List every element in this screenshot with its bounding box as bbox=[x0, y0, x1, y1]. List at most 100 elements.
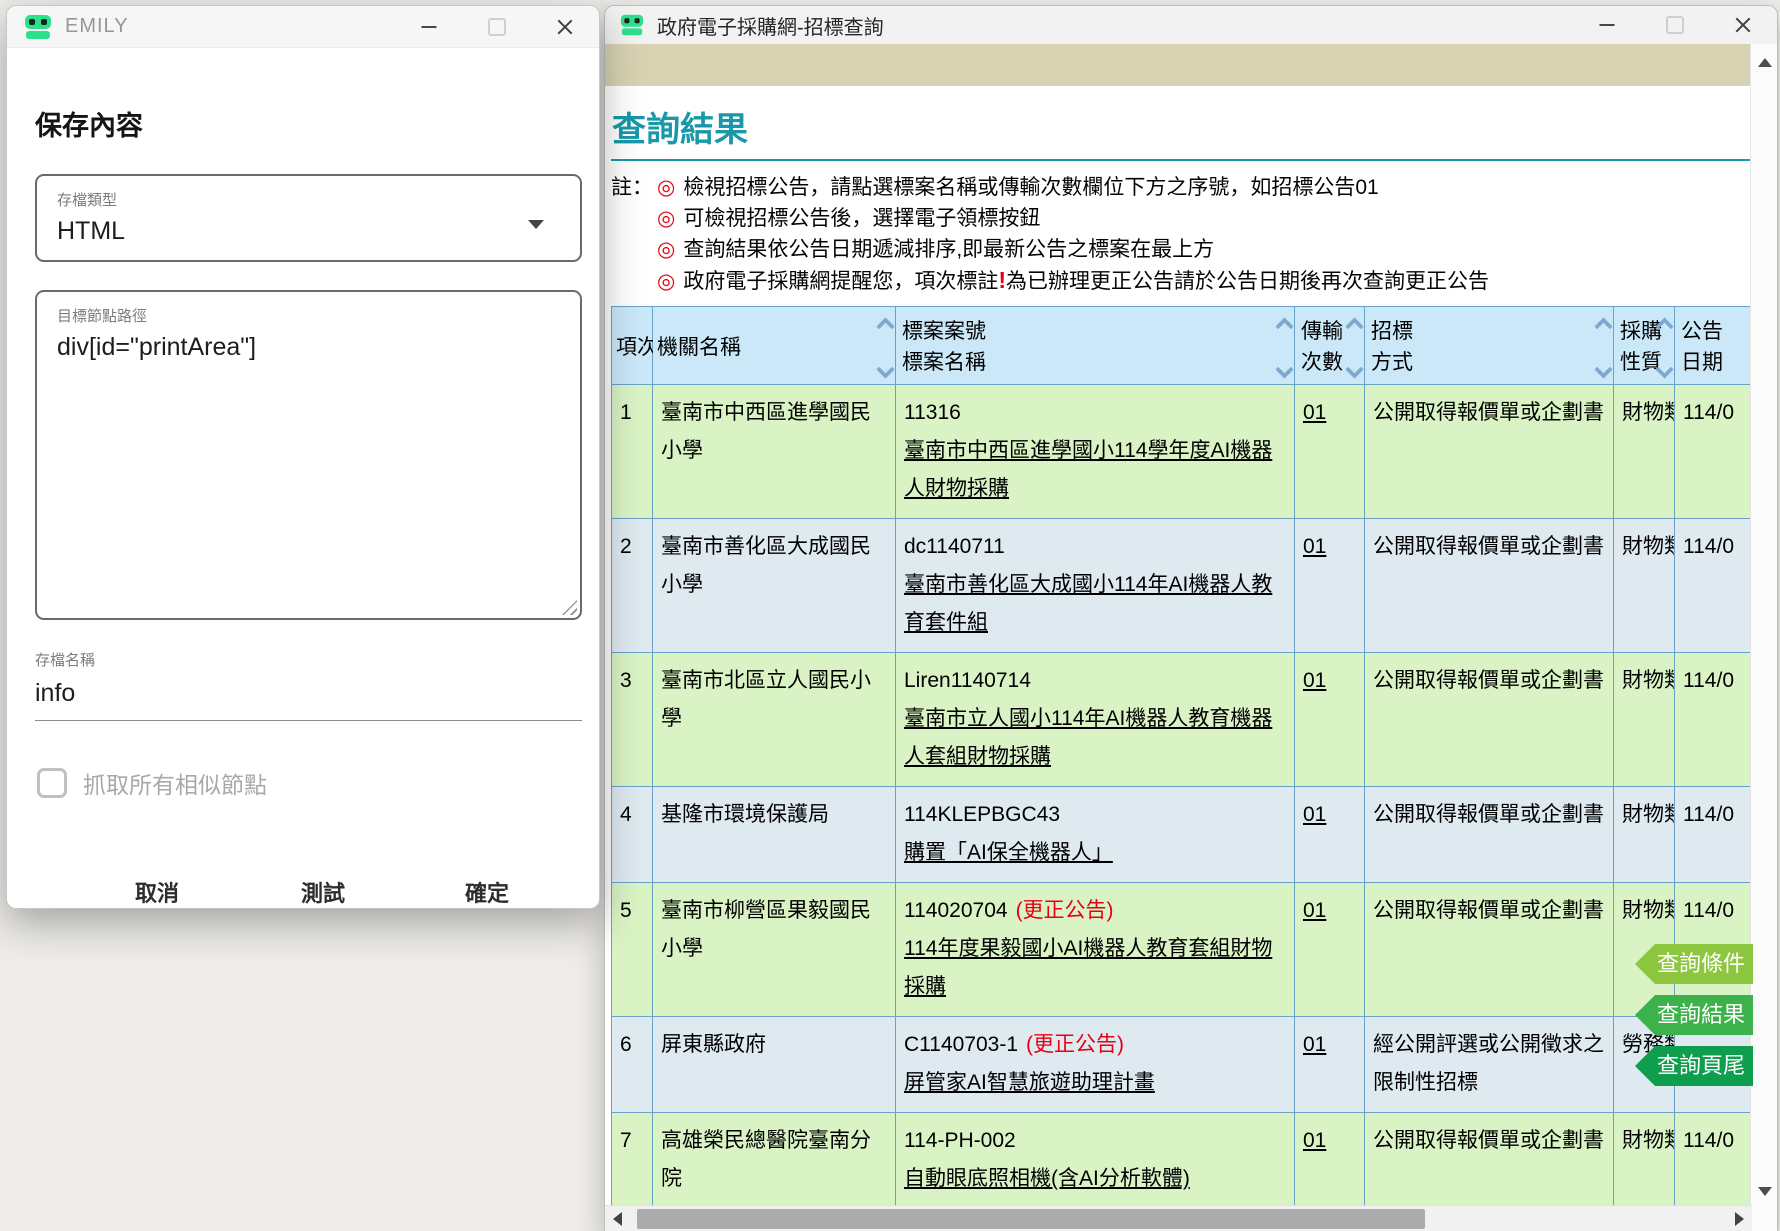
note-bullet-icon: ◎ bbox=[657, 270, 675, 293]
sort-descending-icon[interactable] bbox=[1276, 363, 1290, 377]
scroll-right-icon[interactable] bbox=[1735, 1212, 1744, 1226]
cell-item-number: 3 bbox=[612, 653, 653, 787]
dropdown-caret-icon[interactable] bbox=[528, 220, 544, 229]
transmission-count-link[interactable]: 01 bbox=[1303, 669, 1326, 692]
maximize-icon[interactable] bbox=[1641, 6, 1709, 44]
transmission-count-link[interactable]: 01 bbox=[1303, 535, 1326, 558]
procurement-titlebar[interactable]: 政府電子採購網-招標查詢 bbox=[605, 6, 1777, 44]
correction-mark: ! bbox=[998, 267, 1006, 293]
robot-body-icon bbox=[622, 28, 642, 35]
sort-ascending-icon[interactable] bbox=[1656, 314, 1670, 328]
tender-name-link[interactable]: 臺南市立人國小114年AI機器人教育機器人套組財物採購 bbox=[904, 707, 1272, 768]
file-name-input[interactable]: 存檔名稱 info bbox=[35, 636, 582, 721]
minimize-icon[interactable] bbox=[395, 6, 463, 47]
cell-case: Liren1140714臺南市立人國小114年AI機器人教育機器人套組財物採購 bbox=[896, 653, 1295, 787]
cell-announce-date: 114/0 bbox=[1675, 385, 1753, 519]
test-button[interactable]: 測試 bbox=[301, 876, 345, 908]
dialog-title: 保存內容 bbox=[35, 104, 143, 143]
tender-name-link[interactable]: 自動眼底照相機(含AI分析軟體) bbox=[904, 1167, 1190, 1190]
transmission-count-link[interactable]: 01 bbox=[1303, 401, 1326, 424]
robot-face-icon bbox=[621, 15, 643, 27]
horizontal-scrollbar[interactable] bbox=[605, 1205, 1752, 1231]
cell-case: 114KLEPBGC43 購置「AI保全機器人」 bbox=[896, 787, 1295, 883]
page-top-banner bbox=[605, 44, 1752, 86]
case-number: 11316 bbox=[904, 394, 1286, 432]
sort-descending-icon[interactable] bbox=[1595, 363, 1609, 377]
transmission-count-link[interactable]: 01 bbox=[1303, 803, 1326, 826]
tender-name-link[interactable]: 臺南市善化區大成國小114年AI機器人教育套件組 bbox=[904, 573, 1272, 634]
scroll-left-icon[interactable] bbox=[613, 1212, 622, 1226]
tender-name-link[interactable]: 臺南市中西區進學國小114學年度AI機器人財物採購 bbox=[904, 439, 1272, 500]
note-line: ◎可檢視招標公告後，選擇電子領標按鈕 bbox=[611, 203, 1752, 234]
emily-titlebar[interactable]: EMILY bbox=[7, 6, 599, 48]
case-number: 114KLEPBGC43 bbox=[904, 796, 1286, 834]
cell-agency-name: 高雄榮民總醫院臺南分院 bbox=[653, 1113, 896, 1207]
case-name: 臺南市善化區大成國小114年AI機器人教育套件組 bbox=[904, 566, 1286, 642]
note-line: 註：◎檢視招標公告，請點選標案名稱或傳輸次數欄位下方之序號，如招標公告01 bbox=[611, 172, 1752, 203]
query-footer-button[interactable]: 查詢頁尾 bbox=[1635, 1046, 1753, 1086]
table-row: 2臺南市善化區大成國民小學dc1140711臺南市善化區大成國小114年AI機器… bbox=[612, 519, 1753, 653]
cell-tender-method: 公開取得報價單或企劃書 bbox=[1365, 883, 1614, 1017]
sort-ascending-icon[interactable] bbox=[877, 314, 891, 328]
cell-agency-name: 基隆市環境保護局 bbox=[653, 787, 896, 883]
dialog-actions: 取消 測試 確定 bbox=[7, 876, 599, 928]
sort-ascending-icon[interactable] bbox=[1595, 314, 1609, 328]
header-label-top: 傳輸 bbox=[1301, 315, 1343, 345]
cell-case: dc1140711 臺南市善化區大成國小114年AI機器人教育套件組 bbox=[896, 519, 1295, 653]
case-number: dc1140711 bbox=[904, 528, 1286, 566]
case-name: 自動眼底照相機(含AI分析軟體) bbox=[904, 1160, 1286, 1198]
sort-ascending-icon[interactable] bbox=[1346, 314, 1360, 328]
case-number: 114-PH-002 bbox=[904, 1122, 1286, 1160]
sort-descending-icon[interactable] bbox=[877, 363, 891, 377]
file-type-select[interactable]: 存檔類型 HTML bbox=[35, 174, 582, 262]
close-icon[interactable] bbox=[1709, 6, 1777, 44]
sort-ascending-icon[interactable] bbox=[1276, 314, 1290, 328]
cell-tender-method: 公開取得報價單或企劃書 bbox=[1365, 1113, 1614, 1207]
cell-procurement-nature: 財物類 bbox=[1614, 519, 1675, 653]
cell-transmission-count: 01 bbox=[1295, 385, 1365, 519]
transmission-count-link[interactable]: 01 bbox=[1303, 899, 1326, 922]
correction-notice: (更正公告) bbox=[1026, 1033, 1124, 1056]
checkbox-label: 抓取所有相似節點 bbox=[83, 766, 267, 800]
confirm-button[interactable]: 確定 bbox=[465, 876, 509, 908]
cell-item-number: 4 bbox=[612, 787, 653, 883]
minimize-icon[interactable] bbox=[1573, 6, 1641, 44]
horizontal-scroll-thumb[interactable] bbox=[637, 1209, 1425, 1229]
tender-name-link[interactable]: 屏管家AI智慧旅遊助理計畫 bbox=[904, 1071, 1155, 1094]
notes: 註：◎檢視招標公告，請點選標案名稱或傳輸次數欄位下方之序號，如招標公告01◎可檢… bbox=[611, 172, 1752, 297]
checkbox-icon[interactable] bbox=[37, 768, 67, 798]
capture-similar-nodes-option[interactable]: 抓取所有相似節點 bbox=[37, 766, 267, 800]
column-header-傳輸: 傳輸次數 bbox=[1295, 307, 1365, 385]
header-label-top: 公告 bbox=[1681, 315, 1723, 345]
query-criteria-button[interactable]: 查詢條件 bbox=[1635, 944, 1753, 984]
page-title: 查詢結果 bbox=[612, 102, 1752, 151]
column-header-採購: 採購性質 bbox=[1614, 307, 1675, 385]
robot-face-icon bbox=[25, 15, 51, 29]
transmission-count-link[interactable]: 01 bbox=[1303, 1129, 1326, 1152]
cancel-button[interactable]: 取消 bbox=[135, 876, 179, 908]
note-bullet-icon: ◎ bbox=[657, 207, 675, 230]
cell-case: 114-PH-002 自動眼底照相機(含AI分析軟體) bbox=[896, 1113, 1295, 1207]
scroll-down-icon[interactable] bbox=[1758, 1187, 1772, 1196]
transmission-count-link[interactable]: 01 bbox=[1303, 1033, 1326, 1056]
scroll-up-icon[interactable] bbox=[1758, 58, 1772, 67]
case-number-text: C1140703-1 bbox=[904, 1033, 1018, 1056]
note-text: 檢視招標公告，請點選標案名稱或傳輸次數欄位下方之序號，如招標公告01 bbox=[683, 176, 1378, 199]
cell-procurement-nature: 財物類 bbox=[1614, 653, 1675, 787]
cell-procurement-nature: 財物類 bbox=[1614, 1113, 1675, 1207]
note-text: 查詢結果依公告日期遞減排序,即最新公告之標案在最上方 bbox=[683, 238, 1214, 261]
maximize-icon[interactable] bbox=[463, 6, 531, 47]
query-results-button[interactable]: 查詢結果 bbox=[1635, 995, 1753, 1035]
sort-descending-icon[interactable] bbox=[1346, 363, 1360, 377]
sort-descending-icon[interactable] bbox=[1656, 363, 1670, 377]
cell-transmission-count: 01 bbox=[1295, 519, 1365, 653]
procurement-app-icon bbox=[621, 14, 643, 36]
tender-name-link[interactable]: 114年度果毅國小AI機器人教育套組財物採購 bbox=[904, 937, 1272, 998]
resize-handle-icon[interactable] bbox=[562, 600, 577, 615]
target-path-textarea[interactable]: 目標節點路徑 div[id="printArea"] bbox=[35, 290, 582, 620]
cell-item-number: 2 bbox=[612, 519, 653, 653]
close-icon[interactable] bbox=[531, 6, 599, 47]
tender-name-link[interactable]: 購置「AI保全機器人」 bbox=[904, 841, 1113, 864]
column-header-公告: 公告日期 bbox=[1675, 307, 1753, 385]
vertical-scrollbar[interactable] bbox=[1750, 44, 1777, 1231]
